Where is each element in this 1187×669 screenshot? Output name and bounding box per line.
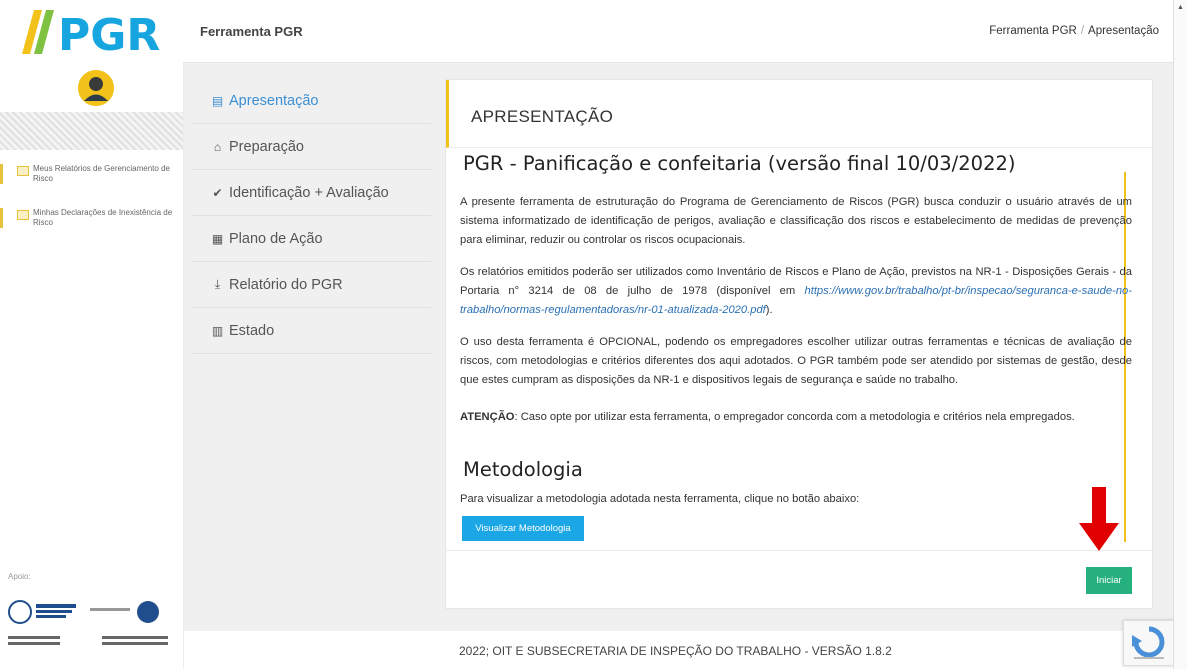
download-icon: ⤓ xyxy=(214,277,221,291)
card-divider xyxy=(446,550,1152,551)
down-arrow-icon xyxy=(1079,487,1119,551)
metodologia-title: Metodologia xyxy=(463,458,583,481)
partner-logos xyxy=(8,600,168,645)
menu-item-label: Plano de Ação xyxy=(229,230,323,247)
card-header: APRESENTAÇÃO xyxy=(446,80,1152,148)
user-avatar-icon[interactable] xyxy=(78,70,114,106)
calendar-icon: ▦ xyxy=(211,231,224,246)
attention-paragraph: ATENÇÃO: Caso opte por utilizar esta fer… xyxy=(460,408,1132,427)
metodologia-text: Para visualizar a metodologia adotada ne… xyxy=(460,493,860,505)
document-icon: ▤ xyxy=(211,93,224,108)
menu-item-label: Preparação xyxy=(229,138,304,155)
presentation-card: APRESENTAÇÃO PGR - Panificação e confeit… xyxy=(445,79,1153,609)
sidebar-item-meus-relatorios[interactable]: Meus Relatórios de Gerenciamento de Risc… xyxy=(0,164,183,184)
reports-text-end: ). xyxy=(765,304,773,316)
menu-item-plano-de-acao[interactable]: ▦ Plano de Ação xyxy=(191,216,431,262)
folder-icon xyxy=(17,210,29,220)
start-button[interactable]: Iniciar xyxy=(1086,567,1132,594)
folder-icon xyxy=(17,166,29,176)
section-menu: ▤ Apresentação ⌂ Preparação ✔ Identificação… xyxy=(191,78,431,548)
menu-item-label: Identificação + Avaliação xyxy=(229,184,389,201)
menu-item-relatorio-pgr[interactable]: ⤓ Relatório do PGR xyxy=(191,262,431,308)
app-window: PGR Ferramenta PGR Ferramenta PGR / Aprese… xyxy=(0,0,1175,669)
intro-paragraph: A presente ferramenta de estruturação do… xyxy=(460,196,1132,246)
attention-text: : Caso opte por utilizar esta ferramenta… xyxy=(514,411,1075,423)
breadcrumb-item-ferramenta[interactable]: Ferramenta PGR xyxy=(989,25,1077,37)
svg-text:PGR: PGR xyxy=(58,10,160,56)
page-title: APRESENTAÇÃO xyxy=(471,107,614,126)
sidebar-item-label: Meus Relatórios de Gerenciamento de Risc… xyxy=(33,164,170,183)
tool-subtitle: PGR - Panificação e confeitaria (versão … xyxy=(463,152,1016,175)
top-bar: PGR Ferramenta PGR Ferramenta PGR / Aprese… xyxy=(0,0,1173,63)
menu-item-label: Relatório do PGR xyxy=(229,276,343,293)
sidebar: Meus Relatórios de Gerenciamento de Risc… xyxy=(0,62,184,669)
app-title: Ferramenta PGR xyxy=(200,24,303,39)
menu-item-preparacao[interactable]: ⌂ Preparação xyxy=(191,124,431,170)
check-circle-icon: ✔ xyxy=(212,185,223,200)
bar-chart-icon: ▥ xyxy=(211,323,224,338)
menu-item-label: Apresentação xyxy=(229,92,319,109)
menu-item-estado[interactable]: ▥ Estado xyxy=(191,308,431,354)
page-scrollbar[interactable]: ▲ xyxy=(1173,0,1187,669)
breadcrumb-item-apresentacao: Apresentação xyxy=(1088,25,1159,37)
recaptcha-icon[interactable] xyxy=(1123,620,1175,666)
footer-text: 2022; OIT E SUBSECRETARIA DE INSPEÇÃO DO… xyxy=(459,644,892,658)
sidebar-texture-banner xyxy=(0,112,183,150)
home-icon: ⌂ xyxy=(213,139,222,154)
sidebar-item-minhas-declaracoes[interactable]: Minhas Declarações de Inexistência de Ri… xyxy=(0,208,183,228)
menu-item-identificacao-avaliacao[interactable]: ✔ Identificação + Avaliação xyxy=(191,170,431,216)
footer: 2022; OIT E SUBSECRETARIA DE INSPEÇÃO DO… xyxy=(184,632,1173,669)
optional-paragraph: O uso desta ferramenta é OPCIONAL, poden… xyxy=(460,336,1132,386)
attention-label: ATENÇÃO xyxy=(460,411,515,423)
reports-paragraph: Os relatórios emitidos poderão ser utili… xyxy=(460,263,1132,320)
sidebar-item-label: Minhas Declarações de Inexistência de Ri… xyxy=(33,208,173,227)
menu-item-label: Estado xyxy=(229,322,275,339)
menu-item-apresentacao[interactable]: ▤ Apresentação xyxy=(191,78,431,124)
breadcrumb: Ferramenta PGR / Apresentação xyxy=(989,25,1159,37)
pgr-logo: PGR xyxy=(22,10,160,56)
view-methodology-button[interactable]: Visualizar Metodologia xyxy=(462,516,584,541)
apoio-label: Apoio: xyxy=(8,572,31,581)
scroll-up-icon[interactable]: ▲ xyxy=(1177,4,1184,11)
